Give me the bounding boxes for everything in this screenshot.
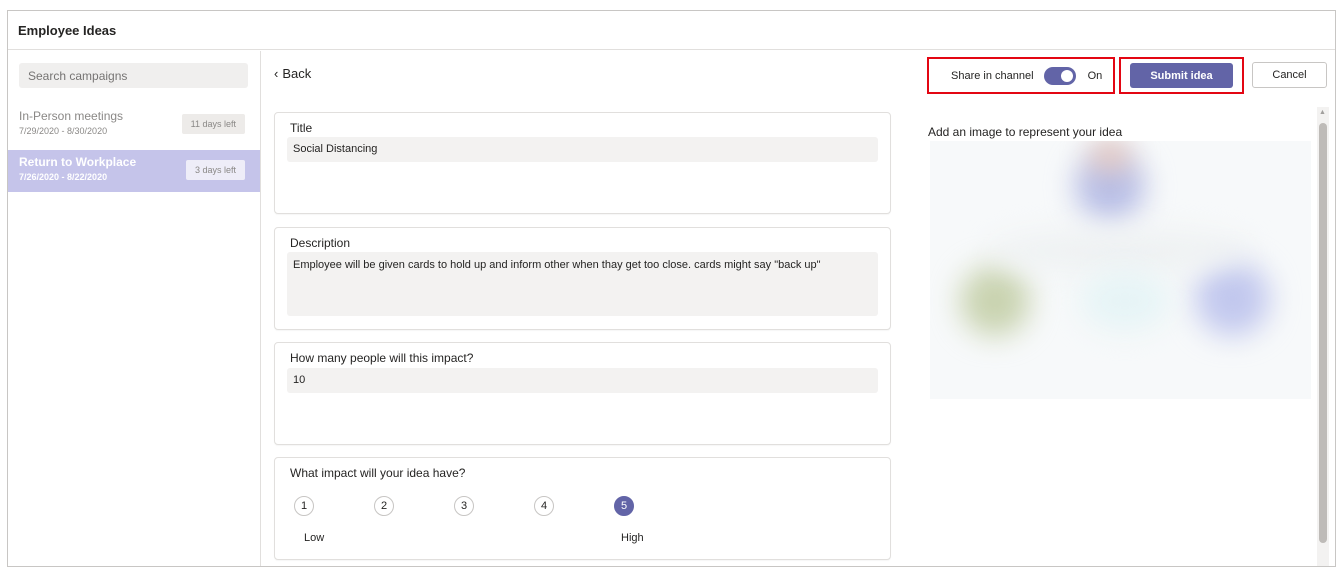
share-label: Share in channel <box>951 69 1034 82</box>
image-blob <box>1090 141 1130 171</box>
title-bar: Employee Ideas <box>8 11 1335 50</box>
scrollbar[interactable]: ▲ <box>1317 107 1329 566</box>
days-left-badge: 11 days left <box>181 114 245 134</box>
image-blob <box>1080 271 1170 331</box>
impact-people-field[interactable]: 10 <box>287 368 878 393</box>
impact-people-card: How many people will this impact? 10 <box>274 342 891 445</box>
search-input[interactable] <box>28 68 248 83</box>
toggle-state-label: On <box>1087 69 1103 82</box>
share-toggle[interactable] <box>1043 66 1076 85</box>
image-blob <box>990 231 1250 271</box>
submit-idea-button[interactable]: Submit idea <box>1130 63 1233 88</box>
impact-scale-card: What impact will your idea have? 1 2 3 4… <box>274 457 891 560</box>
campaign-item-return-to-workplace[interactable]: Return to Workplace 7/26/2020 - 8/22/202… <box>8 150 260 192</box>
toggle-knob <box>1060 69 1073 82</box>
idea-image-preview[interactable] <box>930 141 1311 399</box>
app-window: Employee Ideas In-Person meetings 7/29/2… <box>7 10 1336 567</box>
impact-people-label: How many people will this impact? <box>290 351 474 365</box>
title-label: Title <box>290 121 313 135</box>
cancel-button[interactable]: Cancel <box>1252 62 1327 88</box>
main-panel: ‹ Back Share in channel On Submit idea C… <box>262 51 1335 566</box>
campaign-item-in-person-meetings[interactable]: In-Person meetings 7/29/2020 - 8/30/2020… <box>8 104 260 146</box>
back-label: Back <box>282 66 312 81</box>
scale-low-label: Low <box>304 532 325 544</box>
description-field[interactable]: Employee will be given cards to hold up … <box>287 252 878 316</box>
description-label: Description <box>290 236 351 250</box>
scale-option-2[interactable]: 2 <box>374 496 394 516</box>
scroll-up-icon[interactable]: ▲ <box>1319 109 1326 116</box>
scroll-thumb[interactable] <box>1319 123 1327 543</box>
app-title: Employee Ideas <box>18 22 117 38</box>
image-blob <box>960 266 1030 336</box>
days-left-badge: 3 days left <box>185 160 245 180</box>
sidebar: In-Person meetings 7/29/2020 - 8/30/2020… <box>8 51 261 566</box>
scale-option-5[interactable]: 5 <box>614 496 634 516</box>
scale-high-label: High <box>621 532 644 544</box>
share-in-channel-group: Share in channel On <box>927 57 1115 94</box>
title-field[interactable]: Social Distancing <box>287 137 878 162</box>
scale-option-1[interactable]: 1 <box>294 496 314 516</box>
image-section-label: Add an image to represent your idea <box>928 125 1123 139</box>
chevron-left-icon: ‹ <box>274 66 279 81</box>
title-card: Title Social Distancing <box>274 112 891 214</box>
scale-option-4[interactable]: 4 <box>534 496 554 516</box>
search-box[interactable] <box>19 63 248 88</box>
description-card: Description Employee will be given cards… <box>274 227 891 330</box>
back-button[interactable]: ‹ Back <box>274 66 311 81</box>
submit-highlight: Submit idea <box>1119 57 1244 94</box>
scale-option-3[interactable]: 3 <box>454 496 474 516</box>
image-blob <box>1195 261 1270 336</box>
impact-scale-label: What impact will your idea have? <box>290 466 466 480</box>
